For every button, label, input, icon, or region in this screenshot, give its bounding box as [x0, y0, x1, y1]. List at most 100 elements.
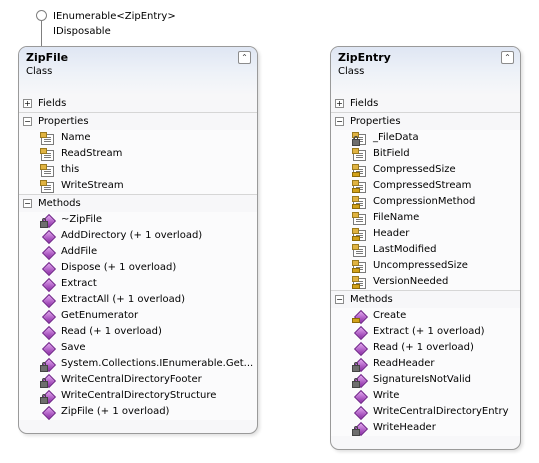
method-icon — [352, 309, 369, 325]
property-item[interactable]: CompressedSize — [331, 162, 520, 178]
method-item[interactable]: ~ZipFile — [19, 212, 257, 229]
member-label: WriteStream — [61, 180, 124, 191]
method-item[interactable]: Write — [331, 388, 520, 405]
property-item[interactable]: UncompressedSize — [331, 258, 520, 274]
compartment-label: Methods — [38, 198, 81, 209]
member-label: CompressionMethod — [373, 196, 476, 207]
class-header[interactable]: ZipFile Class ⌃ — [19, 47, 257, 95]
property-icon — [352, 132, 367, 146]
compartment-header-properties[interactable]: − Properties — [19, 112, 257, 130]
method-icon — [352, 341, 369, 357]
property-icon — [40, 164, 55, 177]
method-item[interactable]: WriteHeader — [331, 420, 520, 437]
expand-plus-icon[interactable]: + — [335, 99, 344, 108]
member-label: UncompressedSize — [373, 260, 468, 271]
method-icon — [40, 389, 57, 405]
member-label: FileName — [373, 212, 420, 223]
interface-connector — [41, 21, 42, 46]
method-icon — [40, 293, 57, 309]
member-label: Extract — [61, 278, 97, 289]
compartment-header-fields[interactable]: + Fields — [331, 95, 520, 112]
method-item[interactable]: Save — [19, 340, 257, 357]
compartment-label: Fields — [350, 98, 379, 109]
interface-label: IDisposable — [53, 26, 111, 37]
compartment-properties: − Properties Name ReadStream this WriteStre… — [19, 112, 257, 194]
member-label: _FileData — [373, 132, 419, 143]
member-label: CompressedSize — [373, 164, 456, 175]
method-item[interactable]: WriteCentralDirectoryEntry — [331, 404, 520, 421]
class-header[interactable]: ZipEntry Class ⌃ — [331, 47, 520, 95]
method-item[interactable]: Extract — [19, 276, 257, 293]
internal-key-icon — [352, 188, 360, 193]
property-item[interactable]: _FileData — [331, 130, 520, 146]
expand-plus-icon[interactable]: + — [23, 99, 32, 108]
compartment-header-methods[interactable]: − Methods — [19, 194, 257, 212]
method-item[interactable]: WriteCentralDirectoryStructure — [19, 388, 257, 405]
compartment-header-fields[interactable]: + Fields — [19, 95, 257, 112]
member-label: BitField — [373, 148, 410, 159]
property-item[interactable]: Header — [331, 226, 520, 242]
method-item[interactable]: Dispose (+ 1 overload) — [19, 260, 257, 277]
method-icon — [40, 357, 57, 373]
compartment-header-methods[interactable]: − Methods — [331, 290, 520, 308]
compartment-label: Properties — [350, 116, 401, 127]
method-item[interactable]: Create — [331, 308, 520, 325]
collapse-minus-icon[interactable]: − — [23, 117, 32, 126]
collapse-minus-icon[interactable]: − — [335, 117, 344, 126]
method-item[interactable]: ZipFile (+ 1 overload) — [19, 404, 257, 421]
member-label: SignatureIsNotValid — [373, 374, 472, 385]
property-item[interactable]: ReadStream — [19, 146, 257, 162]
private-lock-icon — [352, 426, 360, 436]
property-item[interactable]: CompressedStream — [331, 178, 520, 194]
method-item[interactable]: System.Collections.IEnumerable.Get... — [19, 356, 257, 373]
method-icon — [352, 357, 369, 373]
collapse-chevron-icon[interactable]: ⌃ — [501, 51, 514, 64]
method-item[interactable]: WriteCentralDirectoryFooter — [19, 372, 257, 389]
property-icon — [352, 260, 367, 273]
property-item[interactable]: WriteStream — [19, 178, 257, 194]
property-item[interactable]: this — [19, 162, 257, 178]
collapse-minus-icon[interactable]: − — [335, 295, 344, 304]
internal-key-icon — [352, 284, 360, 289]
method-item[interactable]: GetEnumerator — [19, 308, 257, 325]
compartment-header-properties[interactable]: − Properties — [331, 112, 520, 130]
member-label: Header — [373, 228, 410, 239]
method-item[interactable]: ExtractAll (+ 1 overload) — [19, 292, 257, 309]
private-lock-icon — [352, 136, 360, 146]
member-label: Name — [61, 132, 91, 143]
member-label: Extract (+ 1 overload) — [373, 326, 485, 337]
method-item[interactable]: AddDirectory (+ 1 overload) — [19, 228, 257, 245]
class-shape-zipfile[interactable]: ZipFile Class ⌃ + Fields − Properties Na… — [18, 46, 258, 434]
property-item[interactable]: Name — [19, 130, 257, 146]
property-item[interactable]: LastModified — [331, 242, 520, 258]
method-item[interactable]: AddFile — [19, 244, 257, 261]
collapse-chevron-icon[interactable]: ⌃ — [238, 51, 251, 64]
method-icon — [352, 405, 369, 421]
collapse-minus-icon[interactable]: − — [23, 199, 32, 208]
method-icon — [40, 341, 57, 357]
method-item[interactable]: Extract (+ 1 overload) — [331, 324, 520, 341]
property-item[interactable]: VersionNeeded — [331, 274, 520, 290]
member-label: ~ZipFile — [61, 214, 103, 225]
class-stereotype: Class — [338, 66, 365, 77]
member-label: WriteCentralDirectoryStructure — [61, 390, 217, 401]
property-item[interactable]: BitField — [331, 146, 520, 162]
property-item[interactable]: CompressionMethod — [331, 194, 520, 210]
class-shape-zipentry[interactable]: ZipEntry Class ⌃ + Fields − Properties _… — [330, 46, 521, 450]
private-lock-icon — [40, 378, 48, 388]
property-icon — [352, 180, 367, 193]
compartment-label: Methods — [350, 294, 393, 305]
member-label: System.Collections.IEnumerable.Get... — [61, 358, 254, 369]
method-item[interactable]: Read (+ 1 overload) — [19, 324, 257, 341]
property-item[interactable]: FileName — [331, 210, 520, 226]
property-icon — [40, 148, 55, 161]
compartment-methods: − Methods ~ZipFile AddDirectory (+ 1 over… — [19, 194, 257, 421]
member-label: WriteCentralDirectoryEntry — [373, 406, 509, 417]
method-item[interactable]: ReadHeader — [331, 356, 520, 373]
method-item[interactable]: SignatureIsNotValid — [331, 372, 520, 389]
property-icon — [40, 132, 55, 145]
member-label: AddDirectory (+ 1 overload) — [61, 230, 203, 241]
interface-label: IEnumerable<ZipEntry> — [53, 11, 176, 22]
method-item[interactable]: Read (+ 1 overload) — [331, 340, 520, 357]
method-icon — [40, 309, 57, 325]
